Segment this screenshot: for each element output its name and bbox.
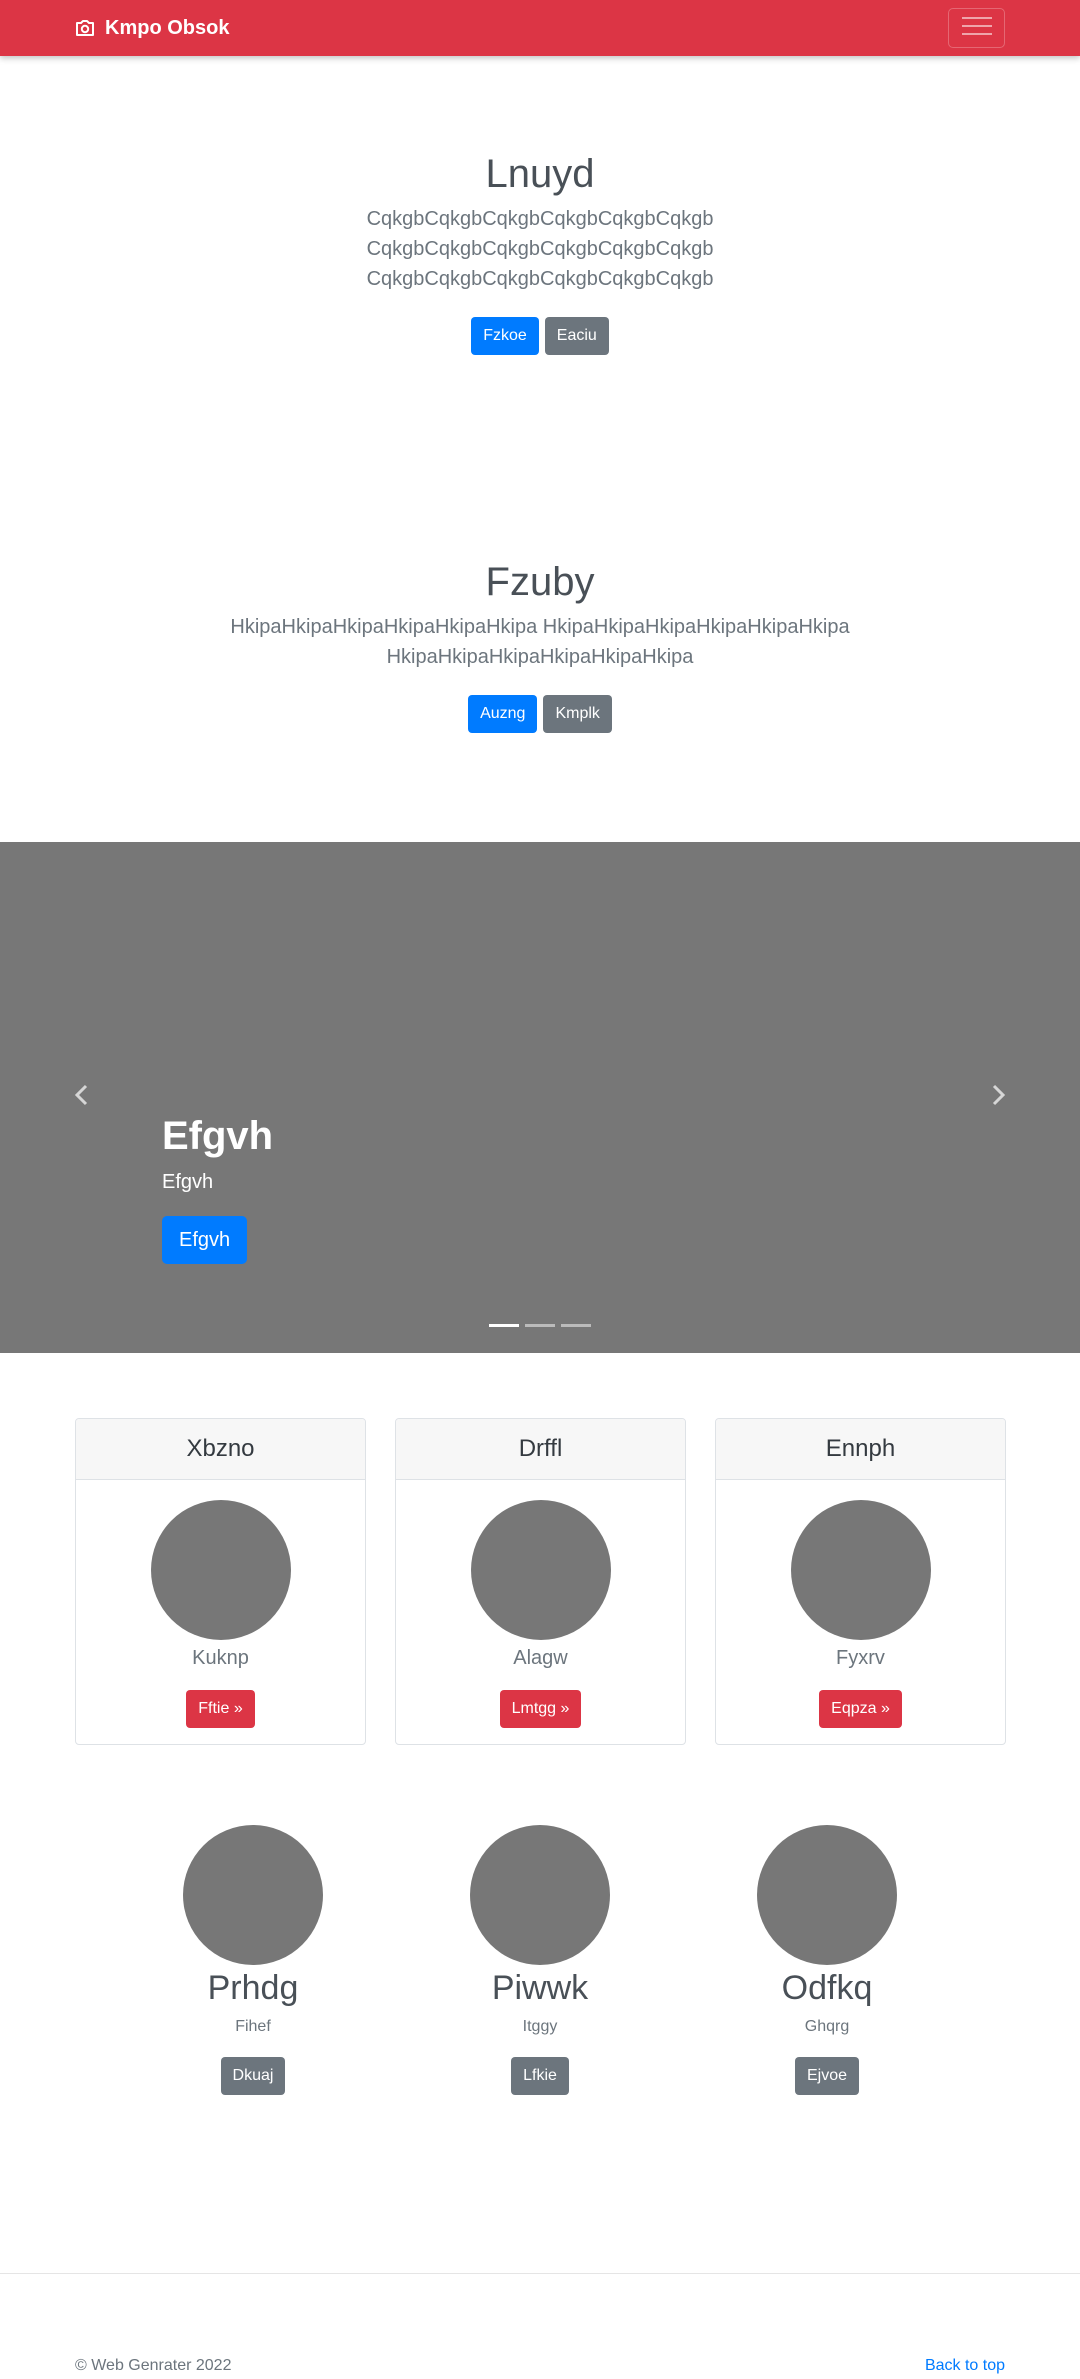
feature-column: Piwwk Itggy Lfkie [390, 1825, 690, 2095]
lead-line: HkipaHkipaHkipaHkipaHkipaHkipa HkipaHkip… [230, 616, 850, 638]
chevron-left-icon [74, 1084, 88, 1111]
pricing-card: Drffl Alagw Lmtgg » [395, 1418, 686, 1745]
placeholder-image [150, 1500, 291, 1640]
feature-text: Ghqrg [804, 2018, 850, 2035]
card-header: Xbzno [76, 1419, 365, 1480]
brand-name: Kmpo Obsok [105, 16, 230, 39]
feature-title: Prhdg [207, 1969, 299, 2007]
placeholder-image [757, 1825, 897, 1965]
hero-actions: Fzkoe Eaciu [0, 317, 1080, 355]
card-text: Fyxrv [836, 1647, 885, 1669]
lead-line: HkipaHkipaHkipaHkipaHkipaHkipa [386, 646, 694, 668]
pricing-card: Xbzno Kuknp Fftie » [75, 1418, 366, 1745]
feature-title: Piwwk [491, 1969, 589, 2007]
card-header: Drffl [396, 1419, 685, 1480]
card-body: Kuknp Fftie » [76, 1480, 365, 1728]
carousel-cta-button[interactable]: Efgvh [162, 1216, 248, 1264]
carousel-prev-button[interactable] [66, 1082, 96, 1112]
feature-button[interactable]: Ejvoe [794, 2057, 860, 2095]
carousel: Efgvh Efgvh Efgvh [0, 842, 1080, 1353]
chevron-right-icon [992, 1084, 1006, 1111]
carousel-indicator-1[interactable] [489, 1324, 519, 1327]
placeholder-image [470, 1825, 610, 1965]
hero-section-1: Lnuyd CqkgbCqkgbCqkgbCqkgbCqkgbCqkgb Cqk… [0, 150, 1080, 355]
carousel-next-button[interactable] [984, 1082, 1014, 1112]
card-button[interactable]: Lmtgg » [499, 1690, 582, 1728]
pricing-card: Ennph Fyxrv Eqpza » [715, 1418, 1006, 1745]
hero-primary-button[interactable]: Auzng [468, 695, 538, 733]
card-text: Kuknp [192, 1647, 249, 1669]
hero-primary-button[interactable]: Fzkoe [471, 317, 539, 355]
card-button[interactable]: Eqpza » [819, 1690, 902, 1728]
hero-lead: CqkgbCqkgbCqkgbCqkgbCqkgbCqkgb CqkgbCqkg… [0, 204, 1080, 294]
lead-line: CqkgbCqkgbCqkgbCqkgbCqkgbCqkgb [366, 238, 714, 260]
carousel-subtitle: Efgvh [162, 1171, 214, 1193]
lead-line: CqkgbCqkgbCqkgbCqkgbCqkgbCqkgb [366, 208, 714, 230]
placeholder-image [790, 1500, 931, 1640]
feature-text: Fihef [235, 2018, 271, 2035]
card-button[interactable]: Fftie » [186, 1690, 255, 1728]
camera-icon [75, 19, 95, 37]
placeholder-image [183, 1825, 323, 1965]
carousel-heading: Efgvh [162, 1114, 274, 1158]
carousel-indicator-2[interactable] [525, 1324, 555, 1327]
placeholder-image [470, 1500, 611, 1640]
hero-lead: HkipaHkipaHkipaHkipaHkipaHkipa HkipaHkip… [0, 612, 1080, 672]
footer-copyright: © Web Genrater 2022 [75, 2357, 232, 2374]
hamburger-icon [961, 15, 992, 42]
card-body: Fyxrv Eqpza » [716, 1480, 1005, 1728]
feature-title: Odfkq [781, 1969, 873, 2007]
hero-title: Fzuby [485, 560, 595, 604]
hero-secondary-button[interactable]: Kmplk [543, 695, 612, 733]
feature-button[interactable]: Dkuaj [220, 2057, 286, 2095]
hero-section-2: Fzuby HkipaHkipaHkipaHkipaHkipaHkipa Hki… [0, 558, 1080, 733]
navbar: Kmpo Obsok [0, 0, 1080, 56]
card-text: Alagw [513, 1647, 568, 1669]
hero-title: Lnuyd [485, 152, 595, 196]
hero-secondary-button[interactable]: Eaciu [544, 317, 609, 355]
footer-divider [0, 2273, 1080, 2274]
brand-link[interactable]: Kmpo Obsok [75, 14, 229, 42]
carousel-caption: Efgvh Efgvh Efgvh [162, 1112, 273, 1264]
navbar-toggler-button[interactable] [948, 8, 1005, 48]
lead-line: CqkgbCqkgbCqkgbCqkgbCqkgbCqkgb [366, 268, 714, 290]
feature-column: Odfkq Ghqrg Ejvoe [677, 1825, 977, 2095]
carousel-indicator-3[interactable] [561, 1324, 591, 1327]
card-body: Alagw Lmtgg » [396, 1480, 685, 1728]
carousel-indicators [0, 1324, 1080, 1327]
feature-text: Itggy [522, 2018, 558, 2035]
card-header: Ennph [716, 1419, 1005, 1480]
feature-column: Prhdg Fihef Dkuaj [103, 1825, 403, 2095]
hero-actions: Auzng Kmplk [0, 695, 1080, 733]
feature-button[interactable]: Lfkie [511, 2057, 569, 2095]
back-to-top-link[interactable]: Back to top [925, 2356, 1005, 2376]
